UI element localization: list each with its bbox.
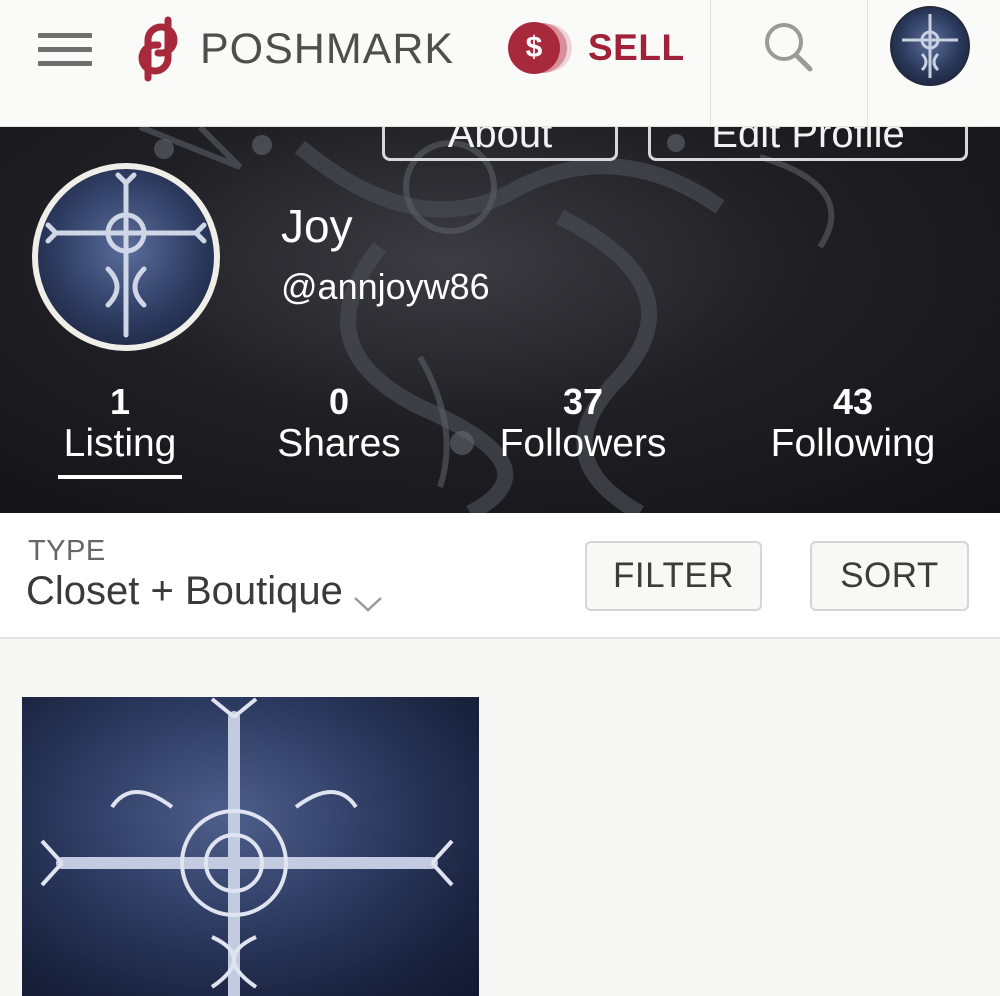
search-button[interactable] [748,14,828,80]
divider [710,0,711,127]
poshmark-logo-icon [138,16,178,82]
sell-button[interactable]: $ SELL [508,18,685,78]
listing-image [40,697,454,996]
brand-name: POSHMARK [200,24,455,73]
edit-profile-button[interactable]: Edit Profile [648,127,968,161]
stat-shares[interactable]: 0 Shares [254,384,424,468]
type-label: TYPE [28,535,106,567]
chevron-down-icon [354,597,382,612]
cross-emblem-icon [45,172,207,338]
type-value: Closet + Boutique [26,569,343,613]
search-icon [765,23,813,72]
stat-label: Following [770,422,936,465]
divider [867,0,868,127]
sell-label: SELL [588,27,685,68]
stat-count: 37 [562,381,604,422]
user-avatar[interactable] [890,6,970,86]
profile-cover: About Edit Profile Joy @annjoyw86 1 List… [0,127,1000,513]
coin-icon: $ [508,20,576,76]
about-button[interactable]: About [382,127,618,161]
profile-avatar[interactable] [32,163,220,351]
active-tab-indicator [58,475,182,479]
closet-filter-bar: TYPE Closet + Boutique FILTER SORT [0,513,1000,639]
stat-label: Listing [63,422,177,465]
top-navigation-bar: POSHMARK $ SELL [0,0,1000,127]
profile-name: Joy [281,200,353,252]
stat-count: 1 [109,381,131,422]
stat-listing[interactable]: 1 Listing [40,384,200,468]
dollar-sign: $ [508,22,560,74]
menu-icon[interactable] [38,33,94,69]
stat-label: Shares [277,422,401,465]
stat-count: 0 [328,381,350,422]
poshmark-logo[interactable]: POSHMARK [128,14,454,84]
filter-button[interactable]: FILTER [585,541,762,611]
listing-card[interactable] [22,697,479,996]
stat-following[interactable]: 43 Following [748,384,958,468]
profile-handle: @annjoyw86 [281,266,490,307]
type-dropdown[interactable]: Closet + Boutique [26,569,385,614]
sort-button[interactable]: SORT [810,541,969,611]
cross-emblem-icon [902,14,958,78]
stat-label: Followers [499,422,667,465]
stat-count: 43 [832,381,874,422]
stat-followers[interactable]: 37 Followers [478,384,688,468]
